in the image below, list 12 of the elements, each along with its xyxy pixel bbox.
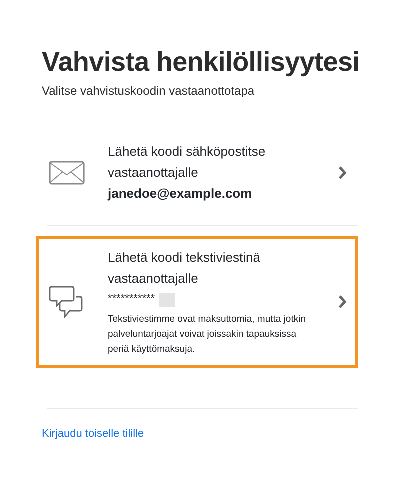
page-title: Vahvista henkilöllisyytesi [42,46,358,78]
option-button[interactable]: Lähetä koodi tekstiviestinä vastaanottajalle *********** Tekstiviestimme ovat maksuttomia, mutta jotkin palveluntarjoajat voivat joissakin tapauksissa periä käyttömaksuja. [36,236,358,368]
chevron-right-icon [338,166,347,180]
masked-phone-number: *********** [108,292,156,308]
envelope-icon [49,160,85,185]
option-label: Lähetä koodi tekstiviestinä vastaanottajalle [108,249,262,288]
email-address: janedoe@example.com [108,185,254,204]
chevron-right-icon [338,295,347,310]
option-note: Tekstiviestimme ovat maksuttomia, mutta jotkin palveluntarjoajat voivat joissakin tapauksissa periä käyttömaksuja. [108,313,307,358]
chat-bubbles-icon [49,285,85,320]
switch-account-link[interactable]: Kirjaudu toiselle tilille [42,428,144,440]
page-subtitle: Valitse vahvistuskoodin vastaanottotapa [42,83,256,100]
